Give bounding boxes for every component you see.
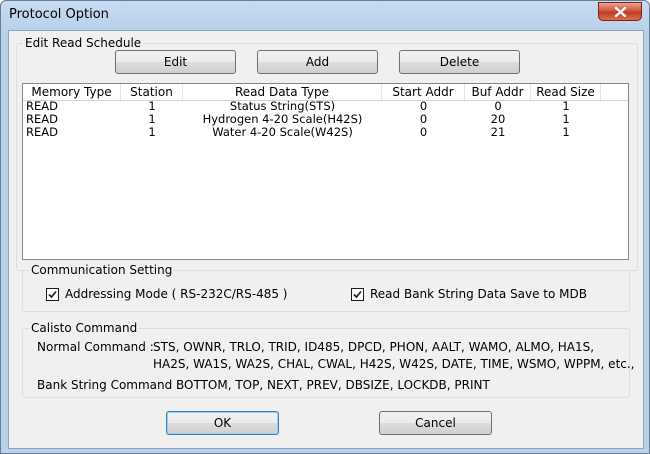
column-station[interactable]: Station bbox=[121, 84, 183, 100]
cell-buf-addr: 21 bbox=[490, 125, 506, 139]
cancel-button[interactable]: Cancel bbox=[379, 411, 492, 435]
cell-read-data-type: Water 4-20 Scale(W42S) bbox=[212, 125, 353, 139]
edit-read-schedule-label: Edit Read Schedule bbox=[23, 36, 144, 50]
column-read-size[interactable]: Read Size bbox=[531, 84, 601, 100]
close-icon bbox=[614, 7, 627, 17]
table-row[interactable]: READ 1 Water 4-20 Scale(W42S) 0 21 1 bbox=[23, 126, 628, 139]
delete-button[interactable]: Delete bbox=[399, 50, 520, 74]
protocol-option-window: Protocol Option Edit Read Schedule Edit … bbox=[0, 0, 650, 454]
cell-memory-type: READ bbox=[26, 125, 58, 139]
dialog-body: Edit Read Schedule Edit Add Delete Memor… bbox=[8, 30, 644, 449]
read-schedule-list[interactable]: Memory Type Station Read Data Type Start… bbox=[22, 83, 629, 260]
close-button[interactable] bbox=[598, 2, 642, 21]
addressing-mode-checkbox[interactable] bbox=[46, 288, 59, 301]
normal-command-line-2: HA2S, WA1S, WA2S, CHAL, CWAL, H42S, W42S… bbox=[153, 357, 635, 371]
read-bank-save-checkbox[interactable] bbox=[351, 288, 364, 301]
calisto-command-label: Calisto Command bbox=[29, 321, 140, 335]
cell-station: 1 bbox=[148, 125, 156, 139]
addressing-mode-label[interactable]: Addressing Mode ( RS-232C/RS-485 ) bbox=[65, 287, 287, 301]
read-bank-save-label[interactable]: Read Bank String Data Save to MDB bbox=[370, 287, 587, 301]
bank-string-command-label: Bank String Command : bbox=[37, 378, 181, 392]
column-start-addr[interactable]: Start Addr bbox=[382, 84, 465, 100]
ok-button[interactable]: OK bbox=[166, 411, 279, 435]
title-bar[interactable]: Protocol Option bbox=[1, 1, 649, 31]
column-buf-addr[interactable]: Buf Addr bbox=[465, 84, 531, 100]
normal-command-label: Normal Command : bbox=[37, 340, 154, 354]
column-read-data-type[interactable]: Read Data Type bbox=[183, 84, 382, 100]
edit-button[interactable]: Edit bbox=[115, 50, 236, 74]
window-title: Protocol Option bbox=[9, 7, 109, 22]
checkmark-icon bbox=[48, 290, 57, 299]
add-button[interactable]: Add bbox=[257, 50, 378, 74]
communication-setting-label: Communication Setting bbox=[29, 263, 175, 277]
bank-string-command-values: BOTTOM, TOP, NEXT, PREV, DBSIZE, LOCKDB,… bbox=[176, 378, 490, 392]
cell-start-addr: 0 bbox=[419, 125, 428, 139]
normal-command-line-1: STS, OWNR, TRLO, TRID, ID485, DPCD, PHON… bbox=[153, 340, 595, 354]
checkmark-icon bbox=[353, 290, 362, 299]
column-memory-type[interactable]: Memory Type bbox=[23, 84, 121, 100]
cell-read-size: 1 bbox=[562, 125, 570, 139]
